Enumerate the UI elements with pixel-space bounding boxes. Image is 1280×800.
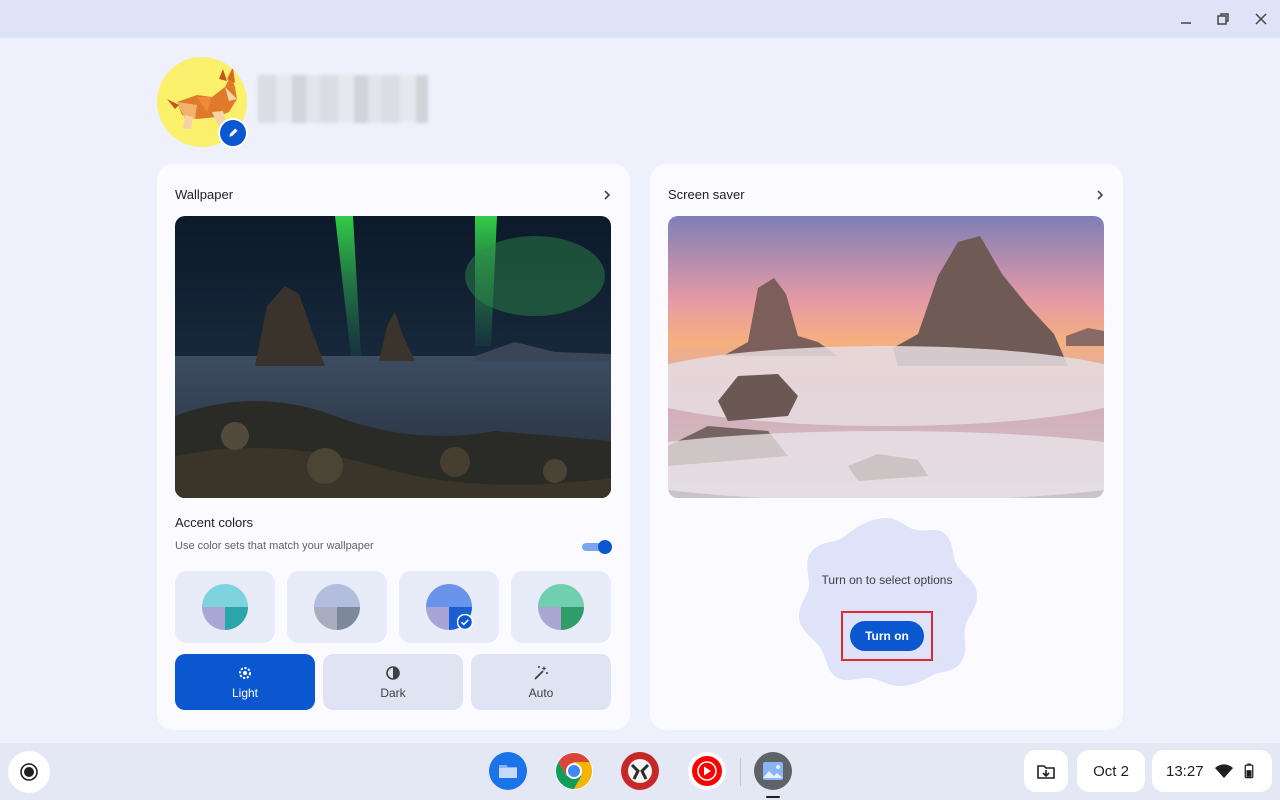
shelf-divider	[740, 758, 741, 786]
wallpaper-title[interactable]: Wallpaper	[175, 187, 233, 202]
wallpaper-app-icon	[754, 752, 792, 790]
auto-mode-label: Auto	[528, 685, 554, 700]
light-mode-label: Light	[231, 685, 259, 700]
color-swatch-icon	[314, 584, 360, 630]
restore-button[interactable]	[1209, 5, 1237, 33]
minimize-button[interactable]	[1172, 5, 1200, 33]
game-app-icon	[621, 752, 659, 790]
close-icon	[1255, 13, 1267, 25]
highlight-box	[841, 611, 933, 661]
color-swatch-4[interactable]	[511, 571, 611, 643]
color-swatch-icon	[538, 584, 584, 630]
light-mode-button[interactable]: Light	[175, 654, 315, 710]
pencil-icon	[229, 128, 238, 137]
wallpaper-app-button[interactable]	[753, 751, 793, 791]
wallpaper-color-toggle[interactable]	[582, 540, 612, 554]
color-swatch-1[interactable]	[175, 571, 275, 643]
screen-saver-card: Screen saver Turn on to select options T…	[650, 164, 1123, 730]
gear-icon	[239, 666, 251, 679]
title-bar	[0, 0, 1280, 38]
aurora-wallpaper-image	[175, 216, 611, 498]
chrome-button[interactable]	[554, 751, 594, 791]
chrome-icon	[555, 752, 593, 790]
toggle-thumb	[598, 540, 612, 554]
screen-saver-title[interactable]: Screen saver	[668, 187, 745, 202]
screen-saver-preview[interactable]	[668, 216, 1104, 498]
screen-saver-promo-badge	[799, 518, 977, 686]
folder-download-icon	[1037, 765, 1055, 779]
half-circle-icon	[386, 665, 400, 680]
files-app-icon	[489, 752, 527, 790]
launcher-icon	[20, 763, 38, 781]
restore-icon	[1217, 13, 1229, 25]
user-name-blurred	[258, 75, 428, 123]
auto-mode-button[interactable]: Auto	[471, 654, 611, 710]
check-circle-icon	[457, 614, 473, 630]
wallpaper-preview[interactable]	[175, 216, 611, 498]
screen-saver-promo-text: Turn on to select options	[821, 573, 953, 587]
time-text: 13:27	[1166, 762, 1204, 780]
chevron-right-icon[interactable]	[600, 188, 614, 202]
edit-avatar-button[interactable]	[218, 118, 248, 148]
chevron-right-icon[interactable]	[1093, 188, 1107, 202]
status-tray[interactable]: 13:27	[1152, 750, 1272, 792]
dark-mode-label: Dark	[380, 685, 406, 700]
accent-colors-subtitle: Use color sets that match your wallpaper	[175, 540, 374, 552]
minimize-icon	[1181, 22, 1191, 24]
color-swatch-3-selected[interactable]	[399, 571, 499, 643]
color-swatch-icon	[202, 584, 248, 630]
date-tray[interactable]: Oct 2	[1077, 750, 1145, 792]
sea-stacks-image	[668, 216, 1104, 498]
battery-icon	[1244, 763, 1253, 779]
magic-wand-icon	[534, 665, 548, 680]
launcher-button[interactable]	[8, 751, 50, 793]
holding-space-button[interactable]	[1024, 750, 1068, 792]
shelf: Oct 2 13:27	[0, 743, 1280, 800]
wallpaper-card: Wallpaper Accent colors Use color sets t…	[157, 164, 630, 730]
close-button[interactable]	[1247, 5, 1275, 33]
running-indicator	[766, 796, 780, 798]
color-swatch-2[interactable]	[287, 571, 387, 643]
youtube-music-icon	[688, 752, 726, 790]
dark-mode-button[interactable]: Dark	[323, 654, 463, 710]
date-text: Oct 2	[1093, 762, 1129, 780]
youtube-music-button[interactable]	[687, 751, 727, 791]
files-app-button[interactable]	[488, 751, 528, 791]
accent-colors-title: Accent colors	[175, 515, 254, 530]
wifi-icon	[1214, 764, 1233, 778]
game-app-button[interactable]	[620, 751, 660, 791]
